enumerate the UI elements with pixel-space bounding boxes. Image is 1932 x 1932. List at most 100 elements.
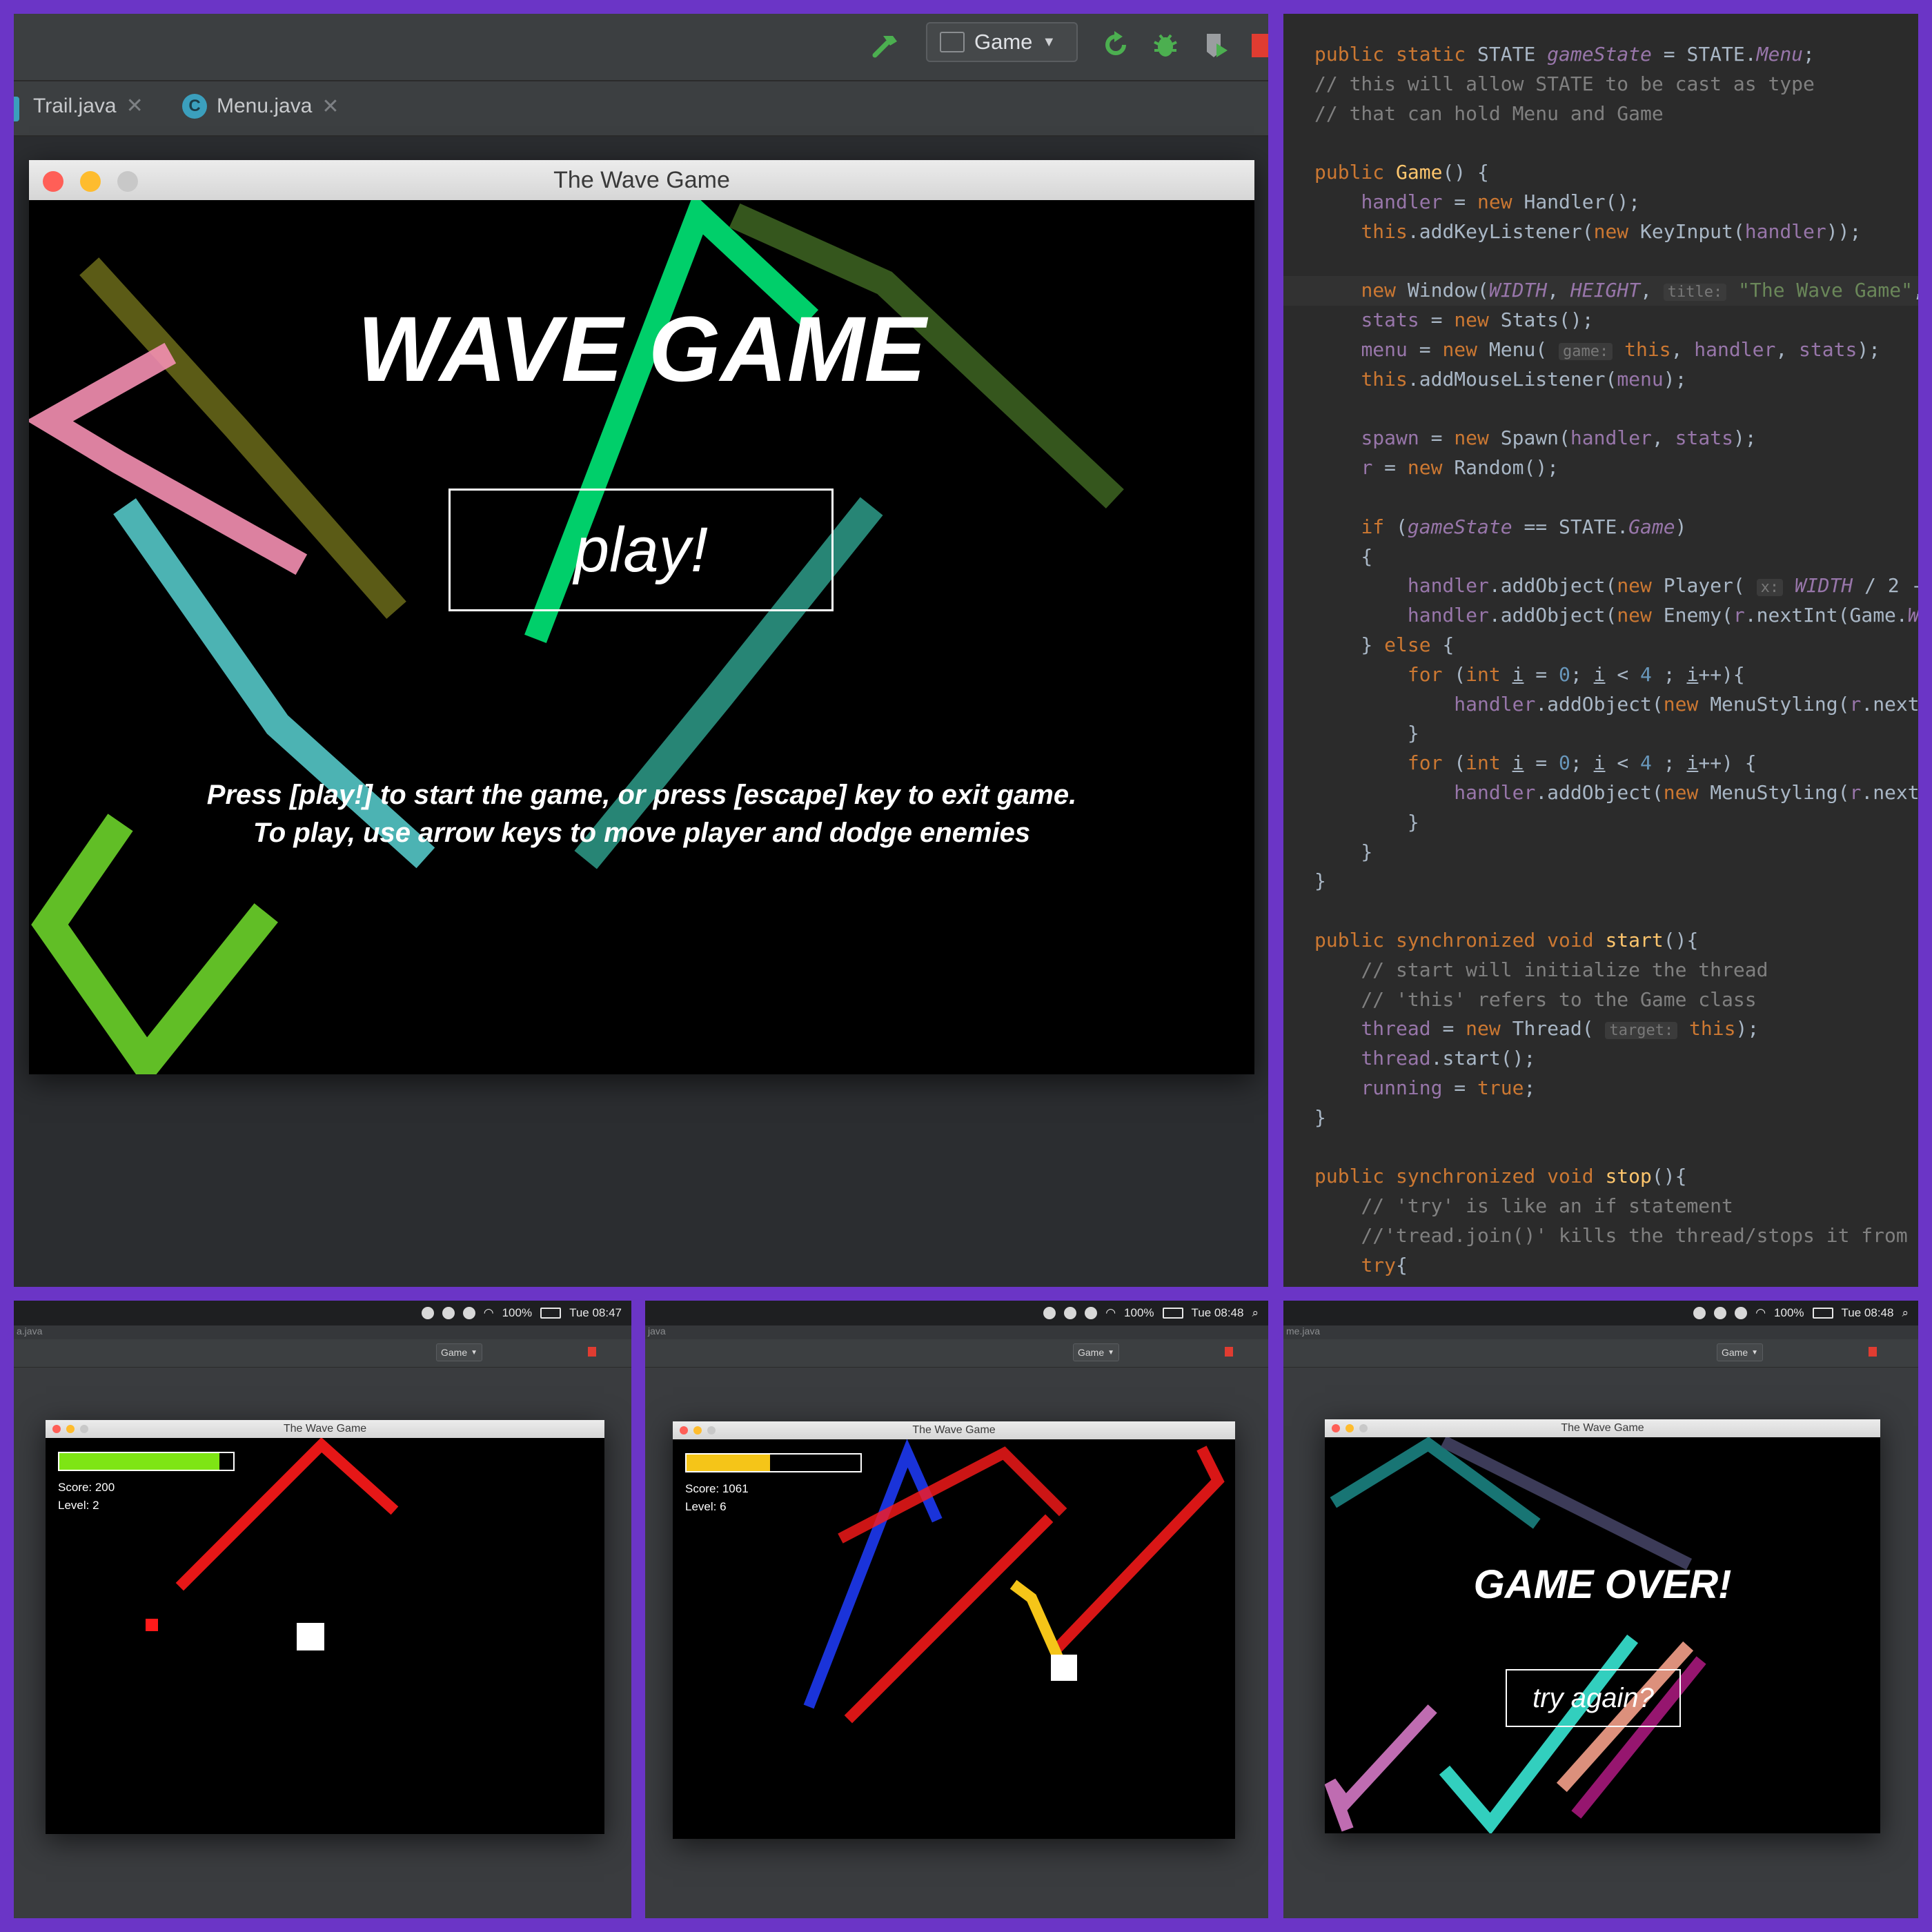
minimize-window-button[interactable] xyxy=(66,1425,75,1433)
code-line[interactable] xyxy=(1283,395,1918,424)
code-token: Stats(); xyxy=(1500,308,1594,332)
code-line[interactable]: public synchronized void start(){ xyxy=(1283,926,1918,956)
code-line[interactable]: // this will allow STATE to be cast as t… xyxy=(1283,70,1918,99)
code-line[interactable]: } else { xyxy=(1283,631,1918,660)
debug-bug-icon[interactable] xyxy=(1148,28,1183,62)
code-line[interactable]: r = new Random(); xyxy=(1283,453,1918,483)
code-line[interactable]: for (int i = 0; i < 4 ; i++){ xyxy=(1283,660,1918,690)
code-line[interactable]: if (gameState == STATE.Game) xyxy=(1283,513,1918,542)
enemy-trails xyxy=(146,1438,399,1650)
code-line[interactable]: this.addKeyListener(new KeyInput(handler… xyxy=(1283,217,1918,247)
code-line[interactable]: //'tread.join()' kills the thread/stops … xyxy=(1283,1221,1918,1251)
code-line[interactable]: running = true; xyxy=(1283,1074,1918,1103)
file-tab[interactable]: a.java xyxy=(14,1325,631,1339)
code-line[interactable]: handler.addObject(new MenuStyling(r.next xyxy=(1283,690,1918,720)
try-again-button[interactable]: try again? xyxy=(1506,1669,1681,1727)
code-line[interactable]: handler.addObject(new MenuStyling(r.next xyxy=(1283,778,1918,808)
code-line[interactable]: } xyxy=(1283,808,1918,838)
build-hammer-icon[interactable] xyxy=(868,28,903,62)
close-window-button[interactable] xyxy=(43,171,63,192)
tab-menu-java[interactable]: C Menu.java ✕ xyxy=(182,94,339,119)
code-token: this xyxy=(1677,1017,1736,1041)
code-token: .addObject( xyxy=(1488,574,1617,598)
stop-icon[interactable] xyxy=(1225,1347,1233,1357)
code-line[interactable]: try{ xyxy=(1283,1251,1918,1281)
close-window-button[interactable] xyxy=(52,1425,61,1433)
code-line[interactable]: handler.addObject(new Player( x: WIDTH /… xyxy=(1283,571,1918,601)
code-line[interactable]: // that can hold Menu and Game xyxy=(1283,99,1918,129)
screenshot-game-over: ◠ 100% Tue 08:48 ⌕ me.java Game ▼ The Wa… xyxy=(1283,1301,1918,1918)
stop-icon[interactable] xyxy=(1869,1347,1877,1357)
code-token: 4 xyxy=(1640,662,1652,686)
code-line[interactable]: } xyxy=(1283,838,1918,867)
close-icon[interactable]: ✕ xyxy=(126,94,144,118)
code-line[interactable]: new Window(WIDTH, HEIGHT, title: "The Wa… xyxy=(1283,276,1918,306)
run-config-select[interactable]: Game ▼ xyxy=(926,22,1078,62)
code-line[interactable]: spawn = new Spawn(handler, stats); xyxy=(1283,424,1918,453)
code-token: new xyxy=(1663,692,1711,716)
zoom-window-button[interactable] xyxy=(80,1425,88,1433)
code-line[interactable]: public synchronized void stop(){ xyxy=(1283,1162,1918,1192)
code-line[interactable]: thread = new Thread( target: this); xyxy=(1283,1014,1918,1044)
run-config-select[interactable]: Game ▼ xyxy=(1073,1343,1120,1361)
chevron-down-icon: ▼ xyxy=(1107,1348,1115,1357)
code-line[interactable] xyxy=(1283,483,1918,513)
code-token: .next xyxy=(1861,692,1918,716)
code-line[interactable]: } xyxy=(1283,719,1918,749)
code-line[interactable]: thread.start(); xyxy=(1283,1044,1918,1074)
file-tab[interactable]: java xyxy=(645,1325,1268,1339)
enemy-trail-blue xyxy=(803,1439,943,1709)
minimize-window-button[interactable] xyxy=(693,1426,702,1435)
enemy-trails xyxy=(803,1439,1225,1724)
stop-icon[interactable] xyxy=(1250,30,1268,61)
code-line[interactable]: public static STATE gameState = STATE.Me… xyxy=(1283,40,1918,70)
close-icon[interactable]: ✕ xyxy=(322,95,339,119)
code-line[interactable] xyxy=(1283,128,1918,158)
code-line[interactable]: menu = new Menu( game: this, handler, st… xyxy=(1283,335,1918,365)
code-token: r xyxy=(1361,456,1373,480)
code-line[interactable]: this.addMouseListener(menu); xyxy=(1283,365,1918,395)
screenshot-gameplay-2: ◠ 100% Tue 08:48 ⌕ java Game ▼ The Wave … xyxy=(645,1301,1268,1918)
code-token: KeyInput( xyxy=(1640,219,1745,243)
play-button[interactable]: play! xyxy=(448,489,834,611)
code-line[interactable] xyxy=(1283,896,1918,926)
file-tab[interactable]: me.java xyxy=(1283,1325,1918,1339)
code-token: ); xyxy=(1857,337,1881,361)
run-config-select[interactable]: Game ▼ xyxy=(1717,1343,1764,1361)
code-line[interactable]: for (int i = 0; i < 4 ; i++) { xyxy=(1283,749,1918,778)
rerun-icon[interactable] xyxy=(1098,28,1133,62)
zoom-window-button[interactable] xyxy=(117,171,138,192)
minimize-window-button[interactable] xyxy=(1346,1424,1354,1432)
zoom-window-button[interactable] xyxy=(707,1426,716,1435)
code-line[interactable] xyxy=(1283,1132,1918,1162)
code-line[interactable]: stats = new Stats(); xyxy=(1283,306,1918,335)
search-icon[interactable]: ⌕ xyxy=(1902,1306,1909,1320)
code-line[interactable]: public Game() { xyxy=(1283,158,1918,188)
stop-icon[interactable] xyxy=(588,1347,596,1357)
run-config-select[interactable]: Game ▼ xyxy=(436,1343,483,1361)
code-token: ); xyxy=(1733,426,1757,450)
code-line[interactable]: handler.addObject(new Enemy(r.nextInt(Ga… xyxy=(1283,601,1918,631)
code-line[interactable]: // 'this' refers to the Game class xyxy=(1283,985,1918,1015)
code-line[interactable]: } xyxy=(1283,1103,1918,1133)
coverage-icon[interactable] xyxy=(1198,28,1232,62)
code-token: ); xyxy=(1735,1017,1759,1041)
status-icon xyxy=(421,1307,434,1319)
code-token: } xyxy=(1314,1105,1326,1129)
close-window-button[interactable] xyxy=(1332,1424,1340,1432)
search-icon[interactable]: ⌕ xyxy=(1252,1306,1259,1320)
code-line[interactable]: { xyxy=(1283,542,1918,572)
code-token: for xyxy=(1407,662,1455,686)
code-token: ; xyxy=(1570,751,1594,775)
code-line[interactable] xyxy=(1283,247,1918,277)
minimize-window-button[interactable] xyxy=(80,171,101,192)
code-token: ; xyxy=(1651,751,1687,775)
close-window-button[interactable] xyxy=(680,1426,688,1435)
code-line[interactable]: // 'try' is like an if statement xyxy=(1283,1192,1918,1221)
ide-main-panel: Game ▼ Trail.java ✕ C Menu.java ✕ The Wa… xyxy=(14,14,1268,1287)
tab-trail-java[interactable]: Trail.java ✕ xyxy=(33,94,144,118)
code-line[interactable]: handler = new Handler(); xyxy=(1283,188,1918,217)
code-line[interactable]: } xyxy=(1283,867,1918,896)
zoom-window-button[interactable] xyxy=(1359,1424,1368,1432)
code-line[interactable]: // start will initialize the thread xyxy=(1283,956,1918,985)
